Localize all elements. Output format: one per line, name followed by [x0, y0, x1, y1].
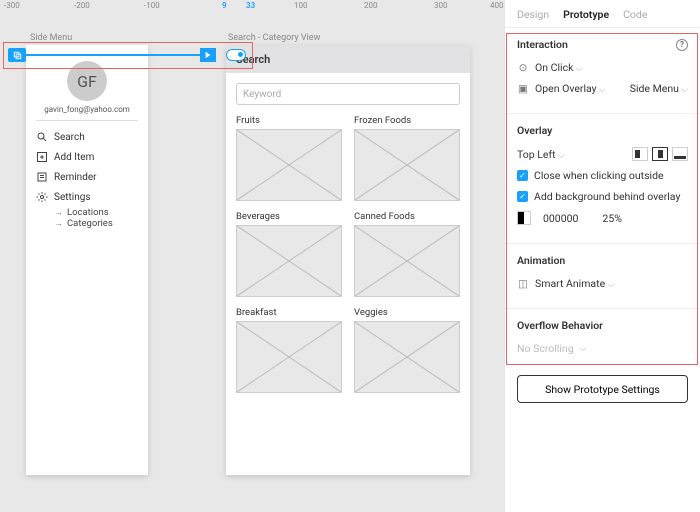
inspector-panel: Design Prototype Code Interaction? ⊙On C…	[504, 0, 700, 512]
sub-item-locations[interactable]: Locations	[36, 207, 138, 218]
category-fruits[interactable]: Fruits	[236, 115, 342, 201]
overflow-title: Overflow Behavior	[517, 319, 603, 332]
show-prototype-settings-button[interactable]: Show Prototype Settings	[517, 375, 688, 403]
target-select[interactable]: Side Menu	[630, 82, 688, 95]
section-overflow: Overflow Behavior No Scrolling Show Prot…	[505, 309, 700, 413]
interaction-title: Interaction	[517, 38, 568, 51]
help-icon[interactable]: ?	[676, 39, 688, 51]
frame-side-menu[interactable]: GF gavin_fong@yahoo.com Search Add Item …	[26, 45, 148, 475]
animation-type-row[interactable]: ◫Smart Animate	[517, 277, 688, 290]
connection-source-icon[interactable]	[8, 48, 26, 62]
frame-label-search[interactable]: Search - Category View	[228, 33, 320, 43]
overlay-position[interactable]: Top Left	[517, 148, 565, 161]
color-swatch[interactable]	[517, 211, 531, 225]
menu-item-reminder[interactable]: Reminder	[36, 167, 138, 187]
overflow-value[interactable]: No Scrolling	[517, 342, 688, 355]
category-frozen-foods[interactable]: Frozen Foods	[354, 115, 460, 201]
overlay-icon: ▣	[517, 83, 529, 95]
keyword-input[interactable]: Keyword	[236, 83, 460, 105]
tab-design[interactable]: Design	[517, 8, 549, 21]
connection-line[interactable]	[22, 54, 210, 56]
sub-item-categories[interactable]: Categories	[36, 218, 138, 229]
image-placeholder	[354, 225, 460, 297]
menu-item-search[interactable]: Search	[36, 127, 138, 147]
connection-target-handle[interactable]	[226, 49, 246, 61]
category-label: Beverages	[236, 211, 342, 222]
avatar: GF	[67, 61, 107, 101]
canvas[interactable]: -300 -200 -100 9 33 100 200 300 400 Side…	[0, 0, 504, 512]
search-header: Search	[226, 45, 470, 73]
ruler-horizontal: -300 -200 -100 9 33 100 200 300 400	[0, 0, 504, 14]
animation-title: Animation	[517, 254, 565, 267]
action-row[interactable]: ▣Open OverlaySide Menu	[517, 82, 688, 95]
category-label: Breakfast	[236, 307, 342, 318]
plus-box-icon	[36, 151, 48, 163]
search-icon	[36, 131, 48, 143]
image-placeholder	[236, 321, 342, 393]
bg-color-row[interactable]: 00000025%	[517, 211, 688, 225]
category-breakfast[interactable]: Breakfast	[236, 307, 342, 393]
close-outside-row[interactable]: ✓Close when clicking outside	[517, 169, 688, 182]
frame-label-side[interactable]: Side Menu	[30, 33, 72, 43]
animate-icon: ◫	[517, 278, 529, 290]
frame-search[interactable]: Search Keyword Fruits Frozen Foods Beverag…	[226, 45, 470, 475]
overlay-title: Overlay	[517, 124, 552, 137]
category-veggies[interactable]: Veggies	[354, 307, 460, 393]
overlay-mode-3[interactable]	[672, 147, 688, 161]
add-bg-row[interactable]: ✓Add background behind overlay	[517, 190, 688, 203]
trigger-icon: ⊙	[517, 62, 529, 74]
section-animation: Animation ◫Smart Animate	[505, 244, 700, 309]
menu-item-add[interactable]: Add Item	[36, 147, 138, 167]
tab-prototype[interactable]: Prototype	[563, 8, 609, 21]
checkbox-icon: ✓	[517, 170, 528, 181]
email-text: gavin_fong@yahoo.com	[36, 105, 138, 114]
overlay-mode-1[interactable]	[632, 147, 648, 161]
section-interaction: Interaction? ⊙On Click ▣Open OverlaySide…	[505, 28, 700, 114]
panel-tabs: Design Prototype Code	[505, 0, 700, 28]
image-placeholder	[236, 225, 342, 297]
overlay-mode-2[interactable]	[652, 147, 668, 161]
overlay-mode-group	[632, 147, 688, 161]
trigger-row[interactable]: ⊙On Click	[517, 61, 688, 74]
category-label: Canned Foods	[354, 211, 460, 222]
category-label: Fruits	[236, 115, 342, 126]
divider	[36, 120, 138, 121]
menu-item-settings[interactable]: Settings	[36, 187, 138, 207]
tab-code[interactable]: Code	[623, 8, 647, 21]
category-canned-foods[interactable]: Canned Foods	[354, 211, 460, 297]
category-label: Veggies	[354, 307, 460, 318]
category-beverages[interactable]: Beverages	[236, 211, 342, 297]
note-icon	[36, 171, 48, 183]
category-label: Frozen Foods	[354, 115, 460, 126]
gear-icon	[36, 191, 48, 203]
image-placeholder	[354, 321, 460, 393]
image-placeholder	[236, 129, 342, 201]
checkbox-icon: ✓	[517, 191, 528, 202]
connection-play-icon[interactable]	[200, 48, 216, 62]
image-placeholder	[354, 129, 460, 201]
section-overlay: Overlay Top Left ✓Close when clicking ou…	[505, 114, 700, 244]
